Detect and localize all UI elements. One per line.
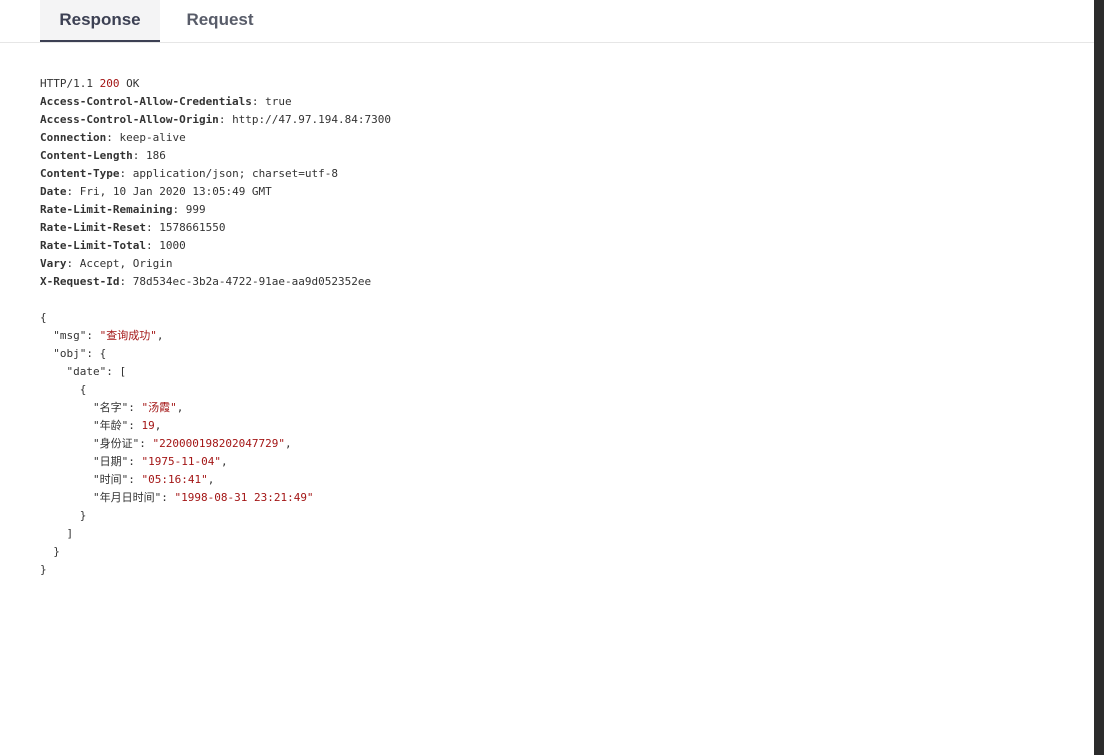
json-line: "身份证": "220000198202047729",	[92, 437, 292, 450]
header-value: Fri, 10 Jan 2020 13:05:49 GMT	[79, 185, 272, 198]
header-value: 1578661550	[159, 221, 226, 234]
json-string: "1975-11-04"	[141, 455, 221, 468]
header-line: Rate-Limit-Reset: 1578661550	[40, 221, 226, 234]
json-line: }	[40, 545, 60, 558]
json-line: "date": [	[66, 365, 127, 378]
header-value: true	[265, 95, 292, 108]
json-line: }	[40, 563, 47, 576]
header-name: Rate-Limit-Total	[40, 239, 146, 252]
json-line: "msg": "查询成功",	[53, 329, 164, 342]
header-line: Date: Fri, 10 Jan 2020 13:05:49 GMT	[40, 185, 272, 198]
header-value: Accept, Origin	[79, 257, 173, 270]
json-key: "date"	[66, 365, 107, 378]
json-line: "年月日时间": "1998-08-31 23:21:49"	[92, 491, 314, 504]
header-line: Vary: Accept, Origin	[40, 257, 173, 270]
header-line: Content-Type: application/json; charset=…	[40, 167, 339, 180]
json-line: "obj": {	[53, 347, 107, 360]
json-line: "日期": "1975-11-04",	[92, 455, 228, 468]
json-key: "时间"	[92, 473, 129, 486]
json-key: "obj"	[53, 347, 87, 360]
json-line: }	[40, 509, 87, 522]
header-name: X-Request-Id	[40, 275, 120, 288]
header-name: Content-Length	[40, 149, 133, 162]
header-list: Access-Control-Allow-Credentials: true Ac…	[40, 93, 391, 291]
header-value: 186	[145, 149, 166, 162]
tab-bar: Response Request	[0, 0, 1094, 43]
header-value: 999	[185, 203, 206, 216]
header-line: Connection: keep-alive	[40, 131, 186, 144]
json-key: "msg"	[53, 329, 87, 342]
json-key: "身份证"	[92, 437, 140, 450]
header-line: Access-Control-Allow-Credentials: true	[40, 95, 292, 108]
json-key: "名字"	[92, 401, 129, 414]
header-value: http://47.97.194.84:7300	[232, 113, 392, 126]
json-line: "年龄": 19,	[92, 419, 162, 432]
tab-response[interactable]: Response	[40, 0, 160, 42]
response-viewer: HTTP/1.1 200 OK Access-Control-Allow-Cre…	[40, 75, 391, 579]
header-value: 1000	[159, 239, 186, 252]
status-protocol: HTTP/1.1	[40, 77, 93, 90]
json-string: "220000198202047729"	[152, 437, 285, 450]
status-text: OK	[126, 77, 140, 90]
json-line: "名字": "汤霞",	[92, 401, 184, 414]
field-list: "名字": "汤霞", "年龄": 19, "身份证": "2200001982…	[40, 399, 391, 507]
status-code: 200	[99, 77, 120, 90]
header-line: Rate-Limit-Total: 1000	[40, 239, 186, 252]
header-name: Connection	[40, 131, 107, 144]
header-name: Vary	[40, 257, 67, 270]
json-key: "年龄"	[92, 419, 129, 432]
header-name: Access-Control-Allow-Origin	[40, 113, 219, 126]
json-body: { "msg": "查询成功", "obj": { "date": [ { "名…	[40, 309, 391, 579]
json-string: "汤霞"	[141, 401, 177, 414]
tab-request[interactable]: Request	[160, 0, 280, 40]
header-value: keep-alive	[119, 131, 186, 144]
json-line: {	[40, 383, 87, 396]
header-value: application/json; charset=utf-8	[132, 167, 339, 180]
window-edge	[1094, 0, 1104, 755]
json-line: ]	[40, 527, 74, 540]
header-name: Access-Control-Allow-Credentials	[40, 95, 252, 108]
json-number: 19	[141, 419, 155, 432]
header-name: Date	[40, 185, 67, 198]
header-line: Content-Length: 186	[40, 149, 166, 162]
header-name: Rate-Limit-Remaining	[40, 203, 173, 216]
header-line: Access-Control-Allow-Origin: http://47.9…	[40, 113, 392, 126]
status-line: HTTP/1.1 200 OK	[40, 75, 391, 93]
header-line: X-Request-Id: 78d534ec-3b2a-4722-91ae-aa…	[40, 275, 372, 288]
json-string: "05:16:41"	[141, 473, 208, 486]
header-value: 78d534ec-3b2a-4722-91ae-aa9d052352ee	[132, 275, 372, 288]
json-line: {	[40, 311, 47, 324]
header-line: Rate-Limit-Remaining: 999	[40, 203, 206, 216]
json-line: "时间": "05:16:41",	[92, 473, 215, 486]
header-name: Content-Type	[40, 167, 120, 180]
json-key: "年月日时间"	[92, 491, 162, 504]
json-key: "日期"	[92, 455, 129, 468]
json-string: "1998-08-31 23:21:49"	[174, 491, 314, 504]
header-name: Rate-Limit-Reset	[40, 221, 146, 234]
json-string: "查询成功"	[99, 329, 157, 342]
